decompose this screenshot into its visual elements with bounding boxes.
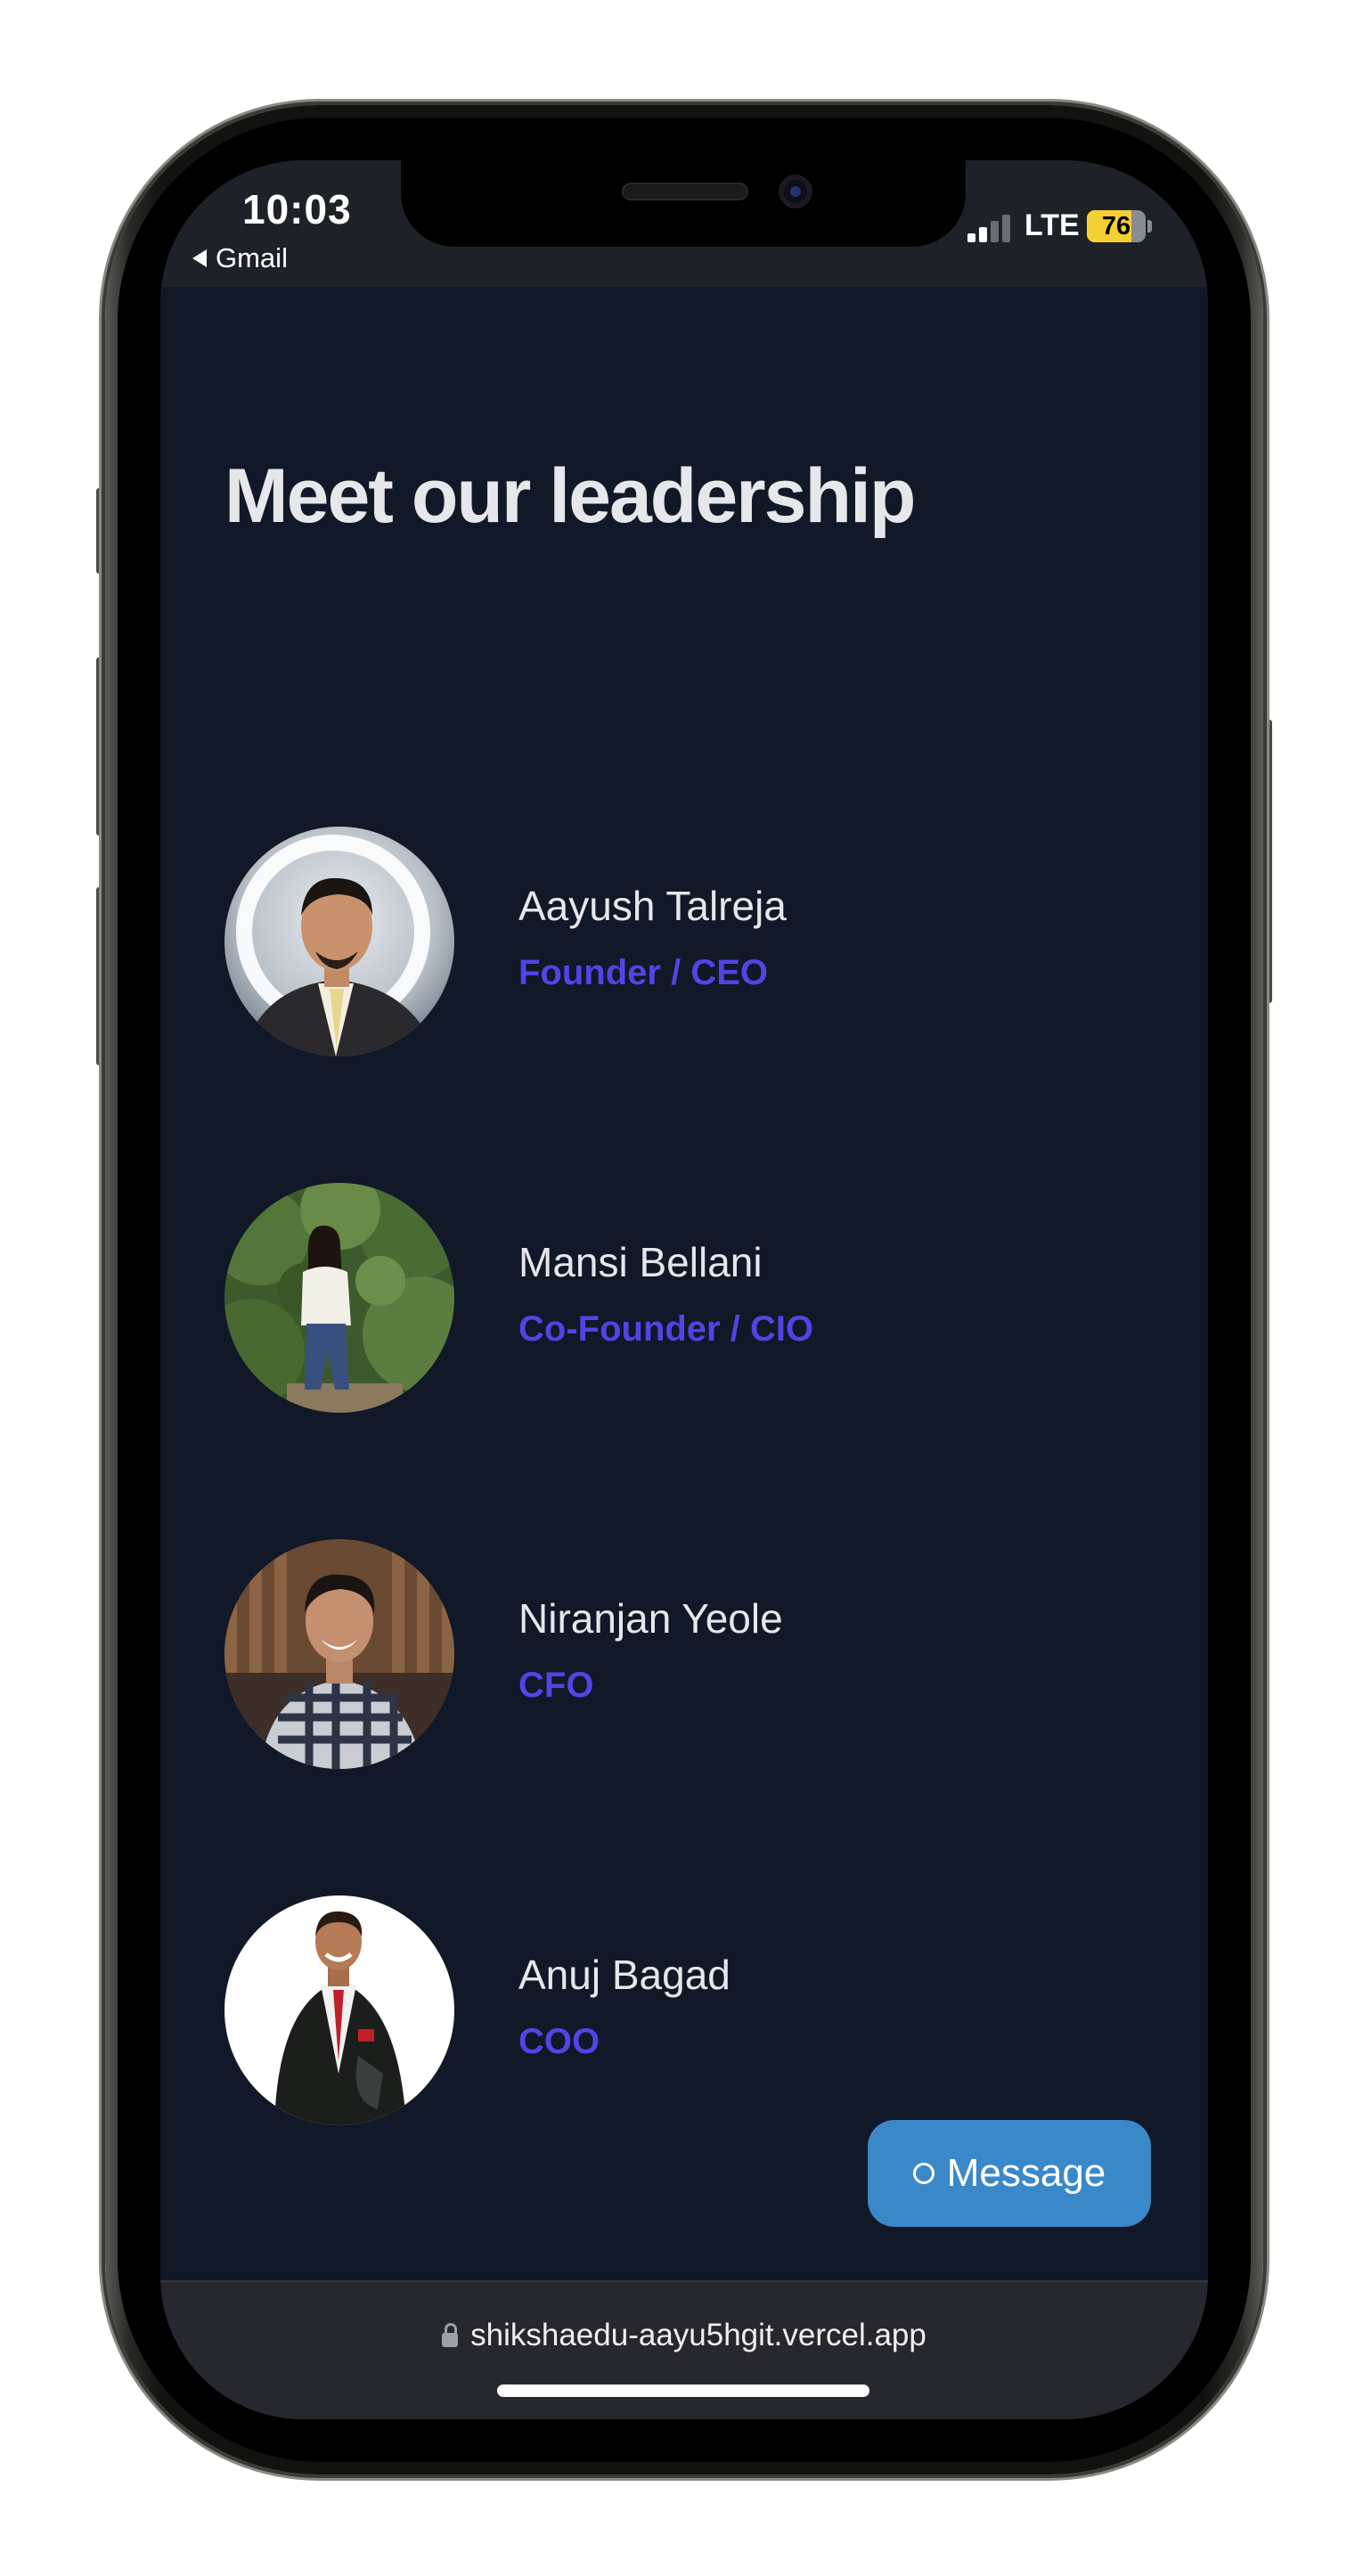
network-type: LTE (1024, 208, 1080, 242)
leader-card: Mansi Bellani Co-Founder / CIO (224, 1183, 1115, 1413)
avatar-anuj-bagad (224, 1895, 454, 2125)
screenshot-stage: 10:03 Gmail LTE 76 Meet our leadership A… (0, 0, 1363, 2576)
signal-bar (1002, 215, 1010, 242)
signal-bar (979, 227, 987, 242)
battery-terminal (1147, 220, 1152, 232)
url-text: shikshaedu-aayu5hgit.vercel.app (470, 2318, 926, 2352)
portrait-image (224, 1895, 454, 2125)
message-chat-button[interactable]: Message (868, 2120, 1151, 2227)
signal-bar (967, 233, 975, 242)
leader-role: COO (518, 2022, 600, 2061)
chat-circle-icon (912, 2163, 935, 2184)
back-to-app-link[interactable]: Gmail (192, 242, 288, 274)
leader-name: Anuj Bagad (518, 1952, 730, 1998)
status-time: 10:03 (242, 186, 352, 232)
leader-card: Aayush Talreja Founder / CEO (224, 827, 1115, 1056)
power-button (1263, 720, 1272, 1003)
back-app-label: Gmail (216, 242, 288, 273)
home-indicator[interactable] (497, 2384, 869, 2397)
leader-name: Niranjan Yeole (518, 1595, 783, 1642)
portrait-image (224, 827, 454, 1056)
url-display[interactable]: shikshaedu-aayu5hgit.vercel.app (160, 2318, 1208, 2353)
portrait-image (224, 1539, 454, 1769)
leader-role: Founder / CEO (518, 953, 768, 992)
battery-icon: 76 (1087, 210, 1146, 242)
phone-screen: 10:03 Gmail LTE 76 Meet our leadership A… (160, 160, 1208, 2419)
signal-bar (991, 221, 999, 242)
portrait-image (224, 1183, 454, 1413)
page-heading: Meet our leadership (224, 453, 916, 539)
volume-up-button (96, 657, 105, 836)
avatar-aayush-talreja (224, 827, 454, 1056)
signal-strength-icon (967, 215, 1012, 242)
battery-percent: 76 (1101, 212, 1131, 240)
avatar-niranjan-yeole (224, 1539, 454, 1769)
message-button-label: Message (946, 2151, 1106, 2195)
browser-address-bar[interactable]: shikshaedu-aayu5hgit.vercel.app (160, 2280, 1208, 2419)
leader-name: Mansi Bellani (518, 1239, 763, 1285)
leader-card: Anuj Bagad COO (224, 1895, 1115, 2125)
front-camera (779, 175, 812, 208)
avatar-mansi-bellani (224, 1183, 454, 1413)
leader-card: Niranjan Yeole CFO (224, 1539, 1115, 1769)
back-arrow-icon (192, 249, 207, 267)
silent-switch (96, 488, 105, 574)
volume-down-button (96, 887, 105, 1065)
speaker-grille (622, 183, 748, 200)
lock-icon (442, 2323, 459, 2347)
notch (401, 160, 966, 247)
leader-name: Aayush Talreja (518, 883, 787, 929)
status-bar: 10:03 Gmail LTE 76 (160, 160, 1208, 287)
leader-role: CFO (518, 1666, 594, 1705)
leader-role: Co-Founder / CIO (518, 1309, 814, 1349)
